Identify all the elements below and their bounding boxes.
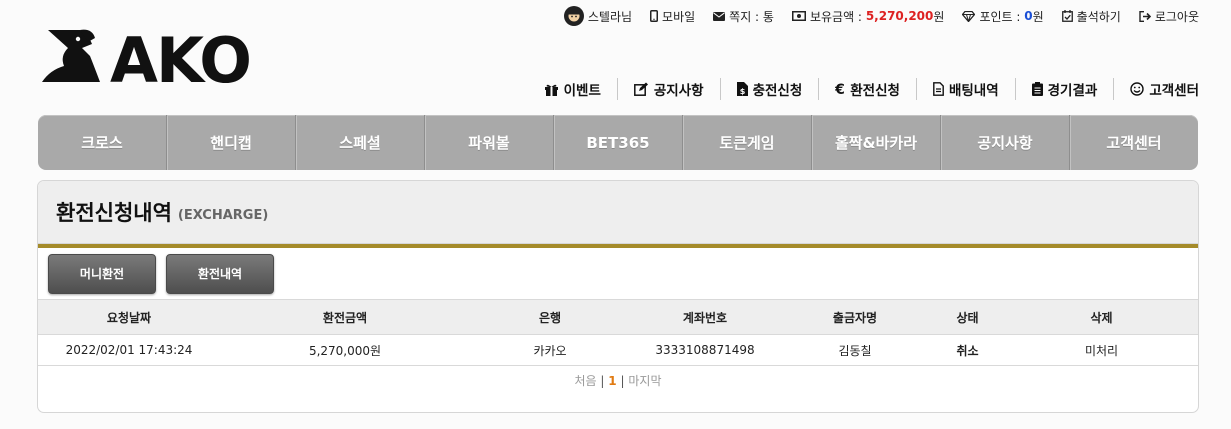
subnav-support-label: 고객센터 — [1149, 83, 1199, 99]
menu-bet365[interactable]: BET365 — [553, 115, 682, 170]
cell-amount: 5,270,000원 — [220, 334, 470, 366]
smile-icon — [1130, 82, 1145, 96]
menu-support[interactable]: 고객센터 — [1069, 115, 1198, 170]
money-file-icon: $ — [736, 82, 748, 96]
subnav-notice[interactable]: 공지사항 — [616, 78, 720, 100]
col-bank: 은행 — [470, 299, 630, 335]
secondary-nav: 이벤트 공지사항 $ 충전신청 € 환전신청 배팅내역 경기결과 고객센터 — [528, 78, 1199, 100]
subnav-withdraw[interactable]: € 환전신청 — [818, 78, 916, 100]
menu-handicap[interactable]: 핸디캡 — [166, 115, 295, 170]
subnav-deposit-label: 충전신청 — [752, 83, 803, 99]
menu-oddeven-baccarat[interactable]: 홀짝&바카라 — [811, 115, 940, 170]
calendar-check-icon — [1061, 10, 1073, 22]
subnav-bet-history[interactable]: 배팅내역 — [915, 78, 1015, 100]
svg-text:€: € — [835, 82, 845, 96]
cell-holder: 김동칠 — [780, 334, 930, 366]
balance-label: 보유금액 : — [809, 9, 862, 24]
panel-header: 환전신청내역 (EXCHARGE) — [38, 181, 1198, 243]
subnav-results-label: 경기결과 — [1047, 83, 1098, 99]
menu-powerball[interactable]: 파워볼 — [424, 115, 553, 170]
document-icon — [933, 82, 944, 96]
cell-account: 3333108871498 — [630, 334, 780, 366]
eagle-logo-icon: AKO — [42, 24, 252, 97]
pager-current[interactable]: 1 — [608, 374, 616, 388]
page-subtitle: (EXCHARGE) — [177, 207, 269, 223]
balance-display: 보유금액 : 5,270,200 원 — [791, 8, 945, 25]
exchange-table: 요청날짜 환전금액 은행 계좌번호 출금자명 상태 삭제 2022/02/01 … — [38, 299, 1198, 366]
point-unit: 원 — [1032, 9, 1044, 24]
user-name: 스텔라님 — [587, 9, 633, 24]
cell-bank: 카카오 — [470, 334, 630, 366]
site-logo[interactable]: AKO — [40, 24, 258, 97]
pagination: 처음 | 1 | 마지막 — [38, 372, 1198, 389]
balance-value: 5,270,200 — [865, 9, 934, 23]
subnav-bet-history-label: 배팅내역 — [948, 83, 999, 99]
avatar-icon — [563, 6, 584, 26]
col-status: 상태 — [930, 299, 1005, 335]
edit-icon — [633, 82, 648, 96]
memo-label: 쪽지 : 통 — [729, 9, 774, 24]
mobile-link[interactable]: 모바일 — [650, 8, 695, 25]
clipboard-icon — [1031, 82, 1043, 96]
memo-link[interactable]: 쪽지 : 통 — [713, 8, 774, 25]
subnav-results[interactable]: 경기결과 — [1014, 78, 1114, 100]
diamond-icon — [962, 10, 976, 22]
exchange-history-button[interactable]: 환전내역 — [166, 253, 274, 294]
balance-unit: 원 — [933, 9, 945, 24]
subnav-event[interactable]: 이벤트 — [528, 78, 617, 100]
table-header-row: 요청날짜 환전금액 은행 계좌번호 출금자명 상태 삭제 — [38, 299, 1198, 335]
point-value: 0 — [1024, 9, 1033, 23]
menu-cross[interactable]: 크로스 — [38, 115, 166, 170]
envelope-icon — [713, 11, 726, 21]
col-request-date: 요청날짜 — [38, 299, 220, 335]
logout-icon — [1139, 10, 1151, 22]
page-title: 환전신청내역 — [56, 201, 172, 225]
euro-icon: € — [835, 82, 845, 96]
mobile-label: 모바일 — [662, 9, 696, 24]
point-display: 포인트 : 0원 — [962, 8, 1044, 25]
menu-special[interactable]: 스페셜 — [295, 115, 424, 170]
col-holder: 출금자명 — [780, 299, 930, 335]
logo-text: AKO — [110, 26, 250, 86]
money-icon — [791, 11, 806, 21]
svg-text:$: $ — [739, 87, 745, 96]
money-exchange-button[interactable]: 머니환전 — [48, 253, 156, 294]
user-link[interactable]: 스텔라님 — [563, 6, 633, 26]
subnav-notice-label: 공지사항 — [653, 83, 704, 99]
col-amount: 환전금액 — [220, 299, 470, 335]
top-utility-bar: 스텔라님 모바일 쪽지 : 통 보유금액 : 5,270,200 원 포인트 : … — [563, 6, 1199, 26]
main-menu: 크로스 핸디캡 스페셜 파워볼 BET365 토큰게임 홀짝&바카라 공지사항 … — [38, 115, 1198, 170]
attendance-link[interactable]: 출석하기 — [1061, 8, 1121, 25]
logout-link[interactable]: 로그아웃 — [1139, 8, 1199, 25]
pager-first[interactable]: 처음 — [575, 374, 597, 388]
subnav-event-label: 이벤트 — [563, 83, 601, 99]
subnav-support[interactable]: 고객센터 — [1113, 78, 1199, 100]
col-account: 계좌번호 — [630, 299, 780, 335]
table-row: 2022/02/01 17:43:24 5,270,000원 카카오 33331… — [38, 334, 1198, 366]
cell-status: 취소 — [930, 334, 1005, 366]
col-delete: 삭제 — [1005, 299, 1198, 335]
gift-icon — [544, 84, 558, 96]
subnav-withdraw-label: 환전신청 — [850, 83, 900, 99]
cell-delete[interactable]: 미처리 — [1005, 334, 1198, 366]
menu-notice[interactable]: 공지사항 — [940, 115, 1069, 170]
menu-token-game[interactable]: 토큰게임 — [682, 115, 811, 170]
point-label: 포인트 : — [979, 9, 1021, 24]
pager-separator: | — [620, 374, 625, 388]
mobile-icon — [650, 10, 659, 22]
attendance-label: 출석하기 — [1076, 9, 1121, 24]
subnav-deposit[interactable]: $ 충전신청 — [719, 78, 819, 100]
pager-last[interactable]: 마지막 — [628, 374, 661, 388]
tab-buttons: 머니환전 환전내역 — [38, 248, 1198, 299]
pager-separator: | — [600, 374, 605, 388]
logout-label: 로그아웃 — [1154, 9, 1199, 24]
exchange-history-panel: 환전신청내역 (EXCHARGE) 머니환전 환전내역 요청날짜 환전금액 은행… — [37, 180, 1199, 413]
cell-request-date: 2022/02/01 17:43:24 — [38, 334, 220, 366]
